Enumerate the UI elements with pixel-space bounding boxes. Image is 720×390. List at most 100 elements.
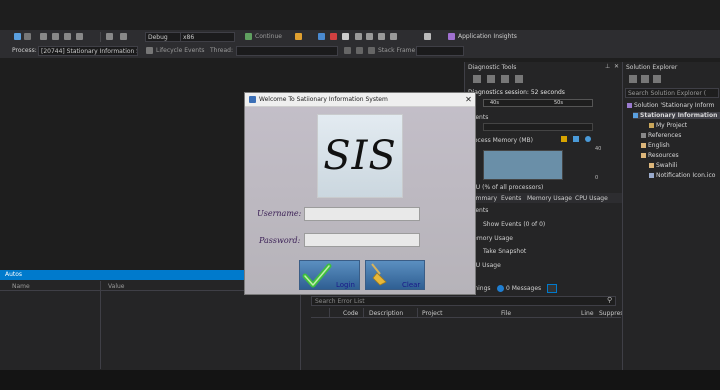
memory-track-label: Process Memory (MB) bbox=[468, 137, 533, 144]
tree-item-label: Stationary Information bbox=[640, 112, 718, 119]
settings-icon[interactable] bbox=[473, 75, 481, 83]
stack-frame-label: Stack Frame: bbox=[378, 47, 418, 54]
col-file[interactable]: File bbox=[501, 310, 511, 317]
tree-item-label: Resources bbox=[648, 152, 679, 159]
restart-icon[interactable] bbox=[342, 33, 349, 40]
new-project-icon[interactable] bbox=[40, 33, 47, 40]
column-divider[interactable] bbox=[100, 281, 101, 369]
stop-icon[interactable] bbox=[330, 33, 337, 40]
lifecycle-icon[interactable] bbox=[146, 47, 153, 54]
search-icon[interactable]: ⚲ bbox=[607, 296, 612, 304]
show-next-statement-icon[interactable] bbox=[355, 33, 362, 40]
build-filter-icon[interactable] bbox=[547, 284, 557, 293]
wrench-icon bbox=[649, 123, 654, 128]
mem-max-right: 40 bbox=[595, 146, 602, 152]
tree-item-resources[interactable]: Resources bbox=[641, 152, 679, 159]
mem-min-right: 0 bbox=[595, 175, 599, 181]
play-icon[interactable] bbox=[245, 33, 252, 40]
filter-icon[interactable] bbox=[344, 47, 351, 54]
broom-icon bbox=[371, 263, 387, 286]
pause-icon[interactable] bbox=[318, 33, 325, 40]
open-file-icon[interactable] bbox=[52, 33, 59, 40]
undo-icon[interactable] bbox=[106, 33, 113, 40]
redo-icon[interactable] bbox=[120, 33, 127, 40]
tree-item-english[interactable]: English bbox=[641, 142, 670, 149]
timeline-ruler[interactable]: 40s 50s bbox=[483, 99, 593, 107]
tree-item-label: Notification Icon.ico bbox=[656, 172, 716, 179]
debug-location-toolbar: Process: [20744] Stationary Information … bbox=[0, 44, 720, 58]
step-into-icon[interactable] bbox=[366, 33, 373, 40]
project-icon bbox=[633, 113, 638, 118]
thread-dropdown[interactable] bbox=[236, 46, 338, 56]
dialog-titlebar[interactable]: Welcome To Satiionary Information System… bbox=[245, 93, 475, 107]
thread-label: Thread: bbox=[210, 47, 234, 54]
tab-memory-usage[interactable]: Memory Usage bbox=[527, 195, 572, 202]
tree-item-label: Solution 'Stationary Inform bbox=[634, 102, 715, 109]
show-events-link[interactable]: Show Events (0 of 0) bbox=[483, 221, 545, 228]
diagnostic-tools-title[interactable]: Diagnostic Tools bbox=[468, 64, 516, 71]
messages-filter[interactable]: 0 Messages bbox=[506, 285, 541, 292]
sync-icon[interactable] bbox=[641, 75, 649, 83]
tree-item-solution[interactable]: Solution 'Stationary Inform bbox=[627, 102, 715, 109]
col-project[interactable]: Project bbox=[422, 310, 443, 317]
back-icon[interactable] bbox=[14, 33, 21, 40]
lifecycle-events-button[interactable]: Lifecycle Events bbox=[156, 47, 205, 54]
save-icon[interactable] bbox=[64, 33, 71, 40]
events-track[interactable] bbox=[483, 123, 593, 131]
login-button[interactable]: Login bbox=[299, 260, 360, 290]
reset-view-icon[interactable] bbox=[515, 75, 523, 83]
step-out-icon[interactable] bbox=[390, 33, 397, 40]
stack-frame-dropdown[interactable] bbox=[416, 46, 464, 56]
tab-cpu-usage[interactable]: CPU Usage bbox=[575, 195, 608, 202]
process-dropdown[interactable]: [20744] Stationary Information Sys bbox=[38, 46, 138, 56]
save-all-icon[interactable] bbox=[76, 33, 83, 40]
clear-label: Clear bbox=[402, 281, 421, 289]
app-insights-icon[interactable] bbox=[448, 33, 455, 40]
close-icon[interactable]: ✕ bbox=[463, 94, 474, 105]
tree-item-notification-icon[interactable]: Notification Icon.ico bbox=[649, 172, 715, 179]
col-description[interactable]: Description bbox=[369, 310, 403, 317]
tree-item-project[interactable]: Stationary Information bbox=[633, 112, 720, 119]
solution-icon bbox=[627, 103, 632, 108]
refresh-icon[interactable] bbox=[653, 75, 661, 83]
password-field[interactable] bbox=[304, 233, 420, 247]
password-label: Password: bbox=[259, 236, 301, 245]
process-label: Process: bbox=[12, 47, 37, 54]
flag-icon[interactable] bbox=[356, 47, 363, 54]
pin-icon[interactable]: ⊥ bbox=[605, 63, 610, 70]
zoom-in-icon[interactable] bbox=[487, 75, 495, 83]
col-line[interactable]: Line bbox=[581, 310, 594, 317]
tab-events[interactable]: Events bbox=[501, 195, 521, 202]
solution-explorer-title[interactable]: Solution Explorer bbox=[626, 64, 677, 71]
zoom-out-icon[interactable] bbox=[501, 75, 509, 83]
toolbox-icon[interactable] bbox=[424, 33, 431, 40]
forward-icon[interactable] bbox=[24, 33, 31, 40]
close-icon[interactable]: ✕ bbox=[614, 63, 619, 70]
solution-explorer-panel: Solution Explorer Search Solution Explor… bbox=[622, 62, 720, 370]
status-bar bbox=[0, 370, 720, 390]
username-field[interactable] bbox=[304, 207, 420, 221]
error-search-input[interactable]: Search Error List bbox=[311, 296, 616, 306]
memory-chart[interactable] bbox=[483, 150, 563, 180]
app-insights-button[interactable]: Application Insights bbox=[458, 33, 517, 40]
hot-reload-icon[interactable] bbox=[295, 33, 302, 40]
tree-item-references[interactable]: References bbox=[641, 132, 681, 139]
solution-search-input[interactable]: Search Solution Explorer ( bbox=[625, 88, 719, 98]
autos-col-name[interactable]: Name bbox=[12, 283, 30, 290]
folder-icon bbox=[649, 163, 654, 168]
diagnostic-tabs: Summary Events Memory Usage CPU Usage bbox=[465, 193, 623, 203]
home-icon[interactable] bbox=[629, 75, 637, 83]
step-over-icon[interactable] bbox=[378, 33, 385, 40]
continue-button[interactable]: Continue bbox=[255, 33, 282, 40]
clear-button[interactable]: Clear bbox=[365, 260, 425, 290]
platform-dropdown[interactable]: x86 bbox=[180, 32, 235, 42]
diagnostic-tools-panel: Diagnostic Tools ⊥ ✕ Diagnostics session… bbox=[464, 62, 623, 283]
autos-col-value[interactable]: Value bbox=[108, 283, 124, 290]
session-duration: Diagnostics session: 52 seconds bbox=[468, 89, 565, 96]
tree-item-swahili[interactable]: Swahili bbox=[649, 162, 677, 169]
take-snapshot-button[interactable]: Take Snapshot bbox=[483, 248, 526, 255]
col-code[interactable]: Code bbox=[343, 310, 358, 317]
logo-text: SIS bbox=[323, 133, 397, 179]
dialog-title: Welcome To Satiionary Information System bbox=[259, 96, 388, 103]
tree-item-my-project[interactable]: My Project bbox=[649, 122, 687, 129]
